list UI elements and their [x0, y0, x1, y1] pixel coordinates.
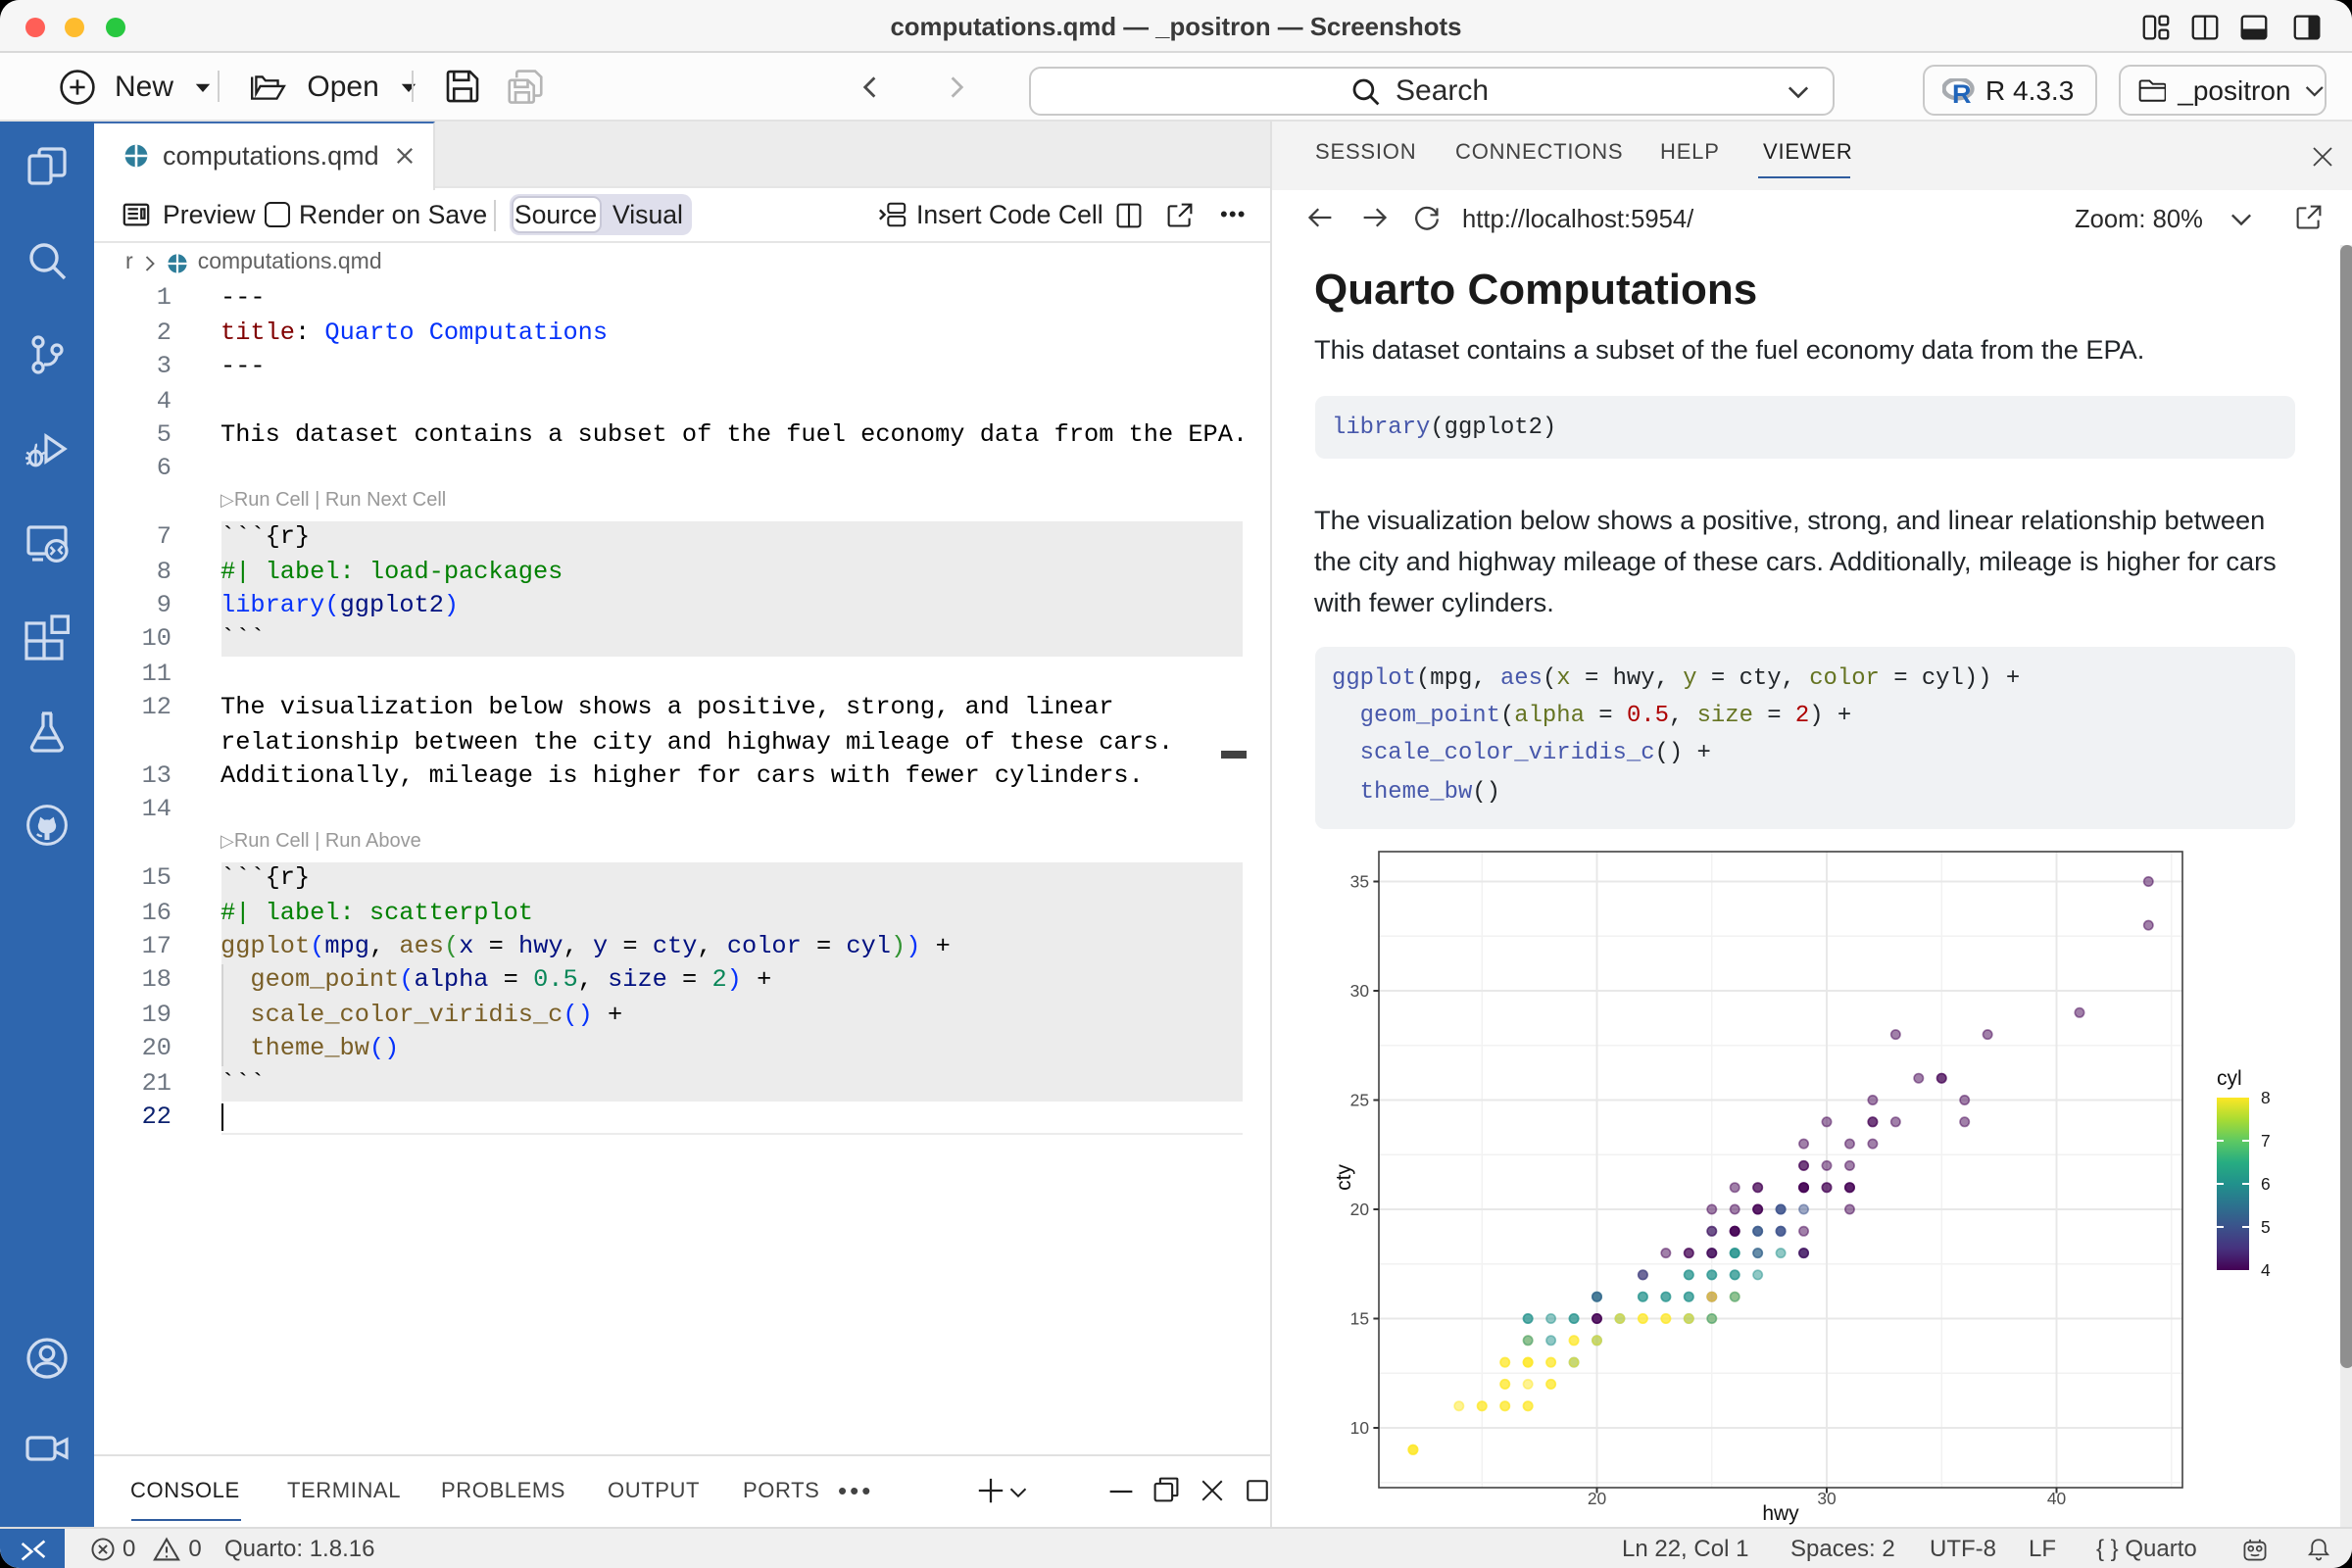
svg-text:4: 4	[2261, 1260, 2271, 1280]
svg-text:cty: cty	[1333, 1164, 1355, 1191]
svg-text:R: R	[1952, 78, 1972, 103]
svg-text:30: 30	[1350, 981, 1369, 1001]
svg-text:hwy: hwy	[1762, 1502, 1799, 1525]
svg-text:5: 5	[2261, 1217, 2271, 1237]
svg-text:8: 8	[2261, 1088, 2271, 1107]
svg-text:35: 35	[1350, 872, 1369, 892]
svg-text:20: 20	[1350, 1200, 1369, 1219]
svg-text:10: 10	[1350, 1418, 1369, 1438]
svg-text:20: 20	[1588, 1489, 1606, 1508]
svg-text:15: 15	[1350, 1309, 1369, 1329]
svg-text:30: 30	[1817, 1489, 1836, 1508]
svg-text:7: 7	[2261, 1131, 2271, 1151]
svg-text:6: 6	[2261, 1174, 2271, 1194]
svg-text:25: 25	[1350, 1091, 1369, 1110]
svg-text:40: 40	[2047, 1489, 2066, 1508]
svg-text:cyl: cyl	[2217, 1067, 2242, 1090]
